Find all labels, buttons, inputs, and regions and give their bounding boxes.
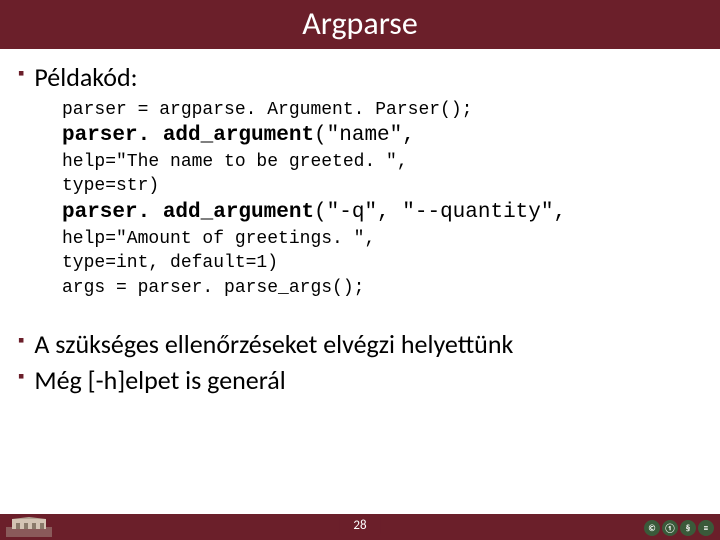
bullet-icon: ▪ (18, 364, 24, 389)
code-line: parser. add_argument("name", (62, 122, 702, 150)
title-bar: Argparse (0, 0, 720, 49)
code-args: ("-q", "--quantity", (314, 201, 566, 224)
bullet-text: Példakód: (34, 61, 137, 94)
slide: Argparse ▪ Példakód: parser = argparse. … (0, 0, 720, 540)
code-block: parser = argparse. Argument. Parser(); p… (62, 98, 702, 300)
bullet-text: Még [-h]elpet is generál (34, 364, 285, 397)
code-line: args = parser. parse_args(); (62, 276, 702, 300)
license-badges: © ① § ≡ (644, 520, 714, 536)
code-line: parser. add_argument("-q", "--quantity", (62, 199, 702, 227)
summary-bullets: ▪ A szükséges ellenőrzéseket elvégzi hel… (18, 328, 702, 397)
badge-icon: ≡ (698, 520, 714, 536)
bullet-icon: ▪ (18, 61, 24, 86)
bullet-example: ▪ Példakód: (18, 61, 702, 94)
bullet-summary2: ▪ Még [-h]elpet is generál (18, 364, 702, 397)
code-line: type=str) (62, 174, 702, 198)
page-number: 28 (339, 515, 380, 536)
bullet-summary1: ▪ A szükséges ellenőrzéseket elvégzi hel… (18, 328, 702, 361)
bullet-text: A szükséges ellenőrzéseket elvégzi helye… (34, 328, 513, 361)
bullet-icon: ▪ (18, 328, 24, 353)
badge-icon: ① (662, 520, 678, 536)
code-bold: parser. add_argument (62, 201, 314, 224)
code-line: help="The name to be greeted. ", (62, 150, 702, 174)
content-area: ▪ Példakód: parser = argparse. Argument.… (0, 49, 720, 540)
slide-title: Argparse (302, 4, 417, 43)
code-bold: parser. add_argument (62, 124, 314, 147)
code-args: ("name", (314, 124, 415, 147)
badge-icon: § (680, 520, 696, 536)
code-line: type=int, default=1) (62, 251, 702, 275)
university-logo-icon (6, 517, 52, 537)
badge-icon: © (644, 520, 660, 536)
code-line: help="Amount of greetings. ", (62, 227, 702, 251)
code-line: parser = argparse. Argument. Parser(); (62, 98, 702, 122)
